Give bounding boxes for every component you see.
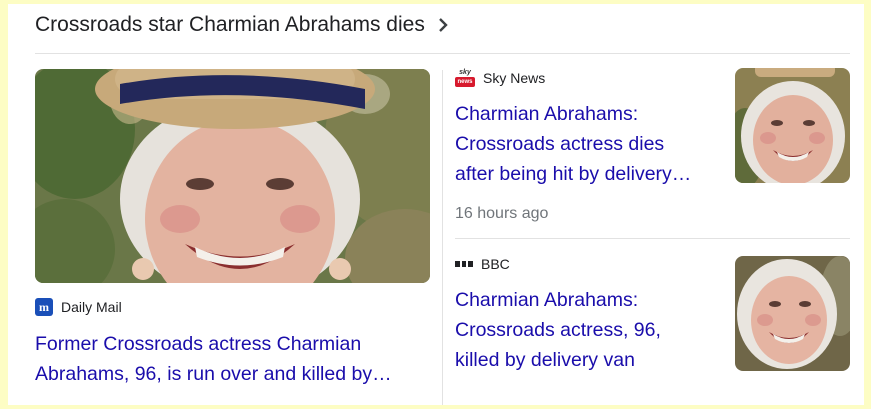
story-cluster-title[interactable]: Crossroads star Charmian Abrahams dies — [35, 13, 425, 37]
headline-text: Crossroads actress dies — [455, 133, 665, 155]
sky-news-logo-icon: sky news — [455, 68, 475, 88]
headline-text: killed by delivery van — [455, 349, 635, 371]
divider — [455, 238, 850, 239]
source-name: Sky News — [483, 70, 546, 86]
lead-headline-link[interactable]: Former Crossroads actress Charmian Abrah… — [35, 329, 392, 389]
headline-text: Former Crossroads actress Charmian — [35, 333, 362, 355]
bbc-logo-icon — [455, 255, 474, 273]
story-thumbnail[interactable] — [735, 256, 850, 371]
source-name: BBC — [481, 256, 510, 272]
story-source[interactable]: BBC — [455, 255, 510, 273]
headline-text: after being hit by delivery… — [455, 163, 692, 185]
daily-mail-logo-icon: m — [35, 298, 53, 316]
story-timestamp: 16 hours ago — [455, 205, 549, 222]
headline-text: Crossroads actress, 96, — [455, 319, 661, 341]
divider — [35, 53, 850, 54]
column-divider — [442, 70, 443, 405]
headline-text: Charmian Abrahams: — [455, 103, 639, 125]
story-headline-link[interactable]: Charmian Abrahams: Crossroads actress, 9… — [455, 285, 661, 375]
headline-text: Charmian Abrahams: — [455, 289, 639, 311]
story-headline-link[interactable]: Charmian Abrahams: Crossroads actress di… — [455, 99, 691, 189]
lead-source[interactable]: m Daily Mail — [35, 298, 122, 316]
top-stories-card: Crossroads star Charmian Abrahams dies m… — [8, 4, 864, 405]
story-cluster-header[interactable]: Crossroads star Charmian Abrahams dies — [35, 11, 451, 39]
headline-text: Abrahams, 96, is run over and killed by… — [35, 363, 392, 385]
source-name: Daily Mail — [61, 299, 122, 315]
story-source[interactable]: sky news Sky News — [455, 68, 545, 88]
lead-story-image[interactable] — [35, 69, 430, 283]
story-thumbnail[interactable] — [735, 68, 850, 183]
chevron-right-icon[interactable] — [435, 17, 451, 33]
